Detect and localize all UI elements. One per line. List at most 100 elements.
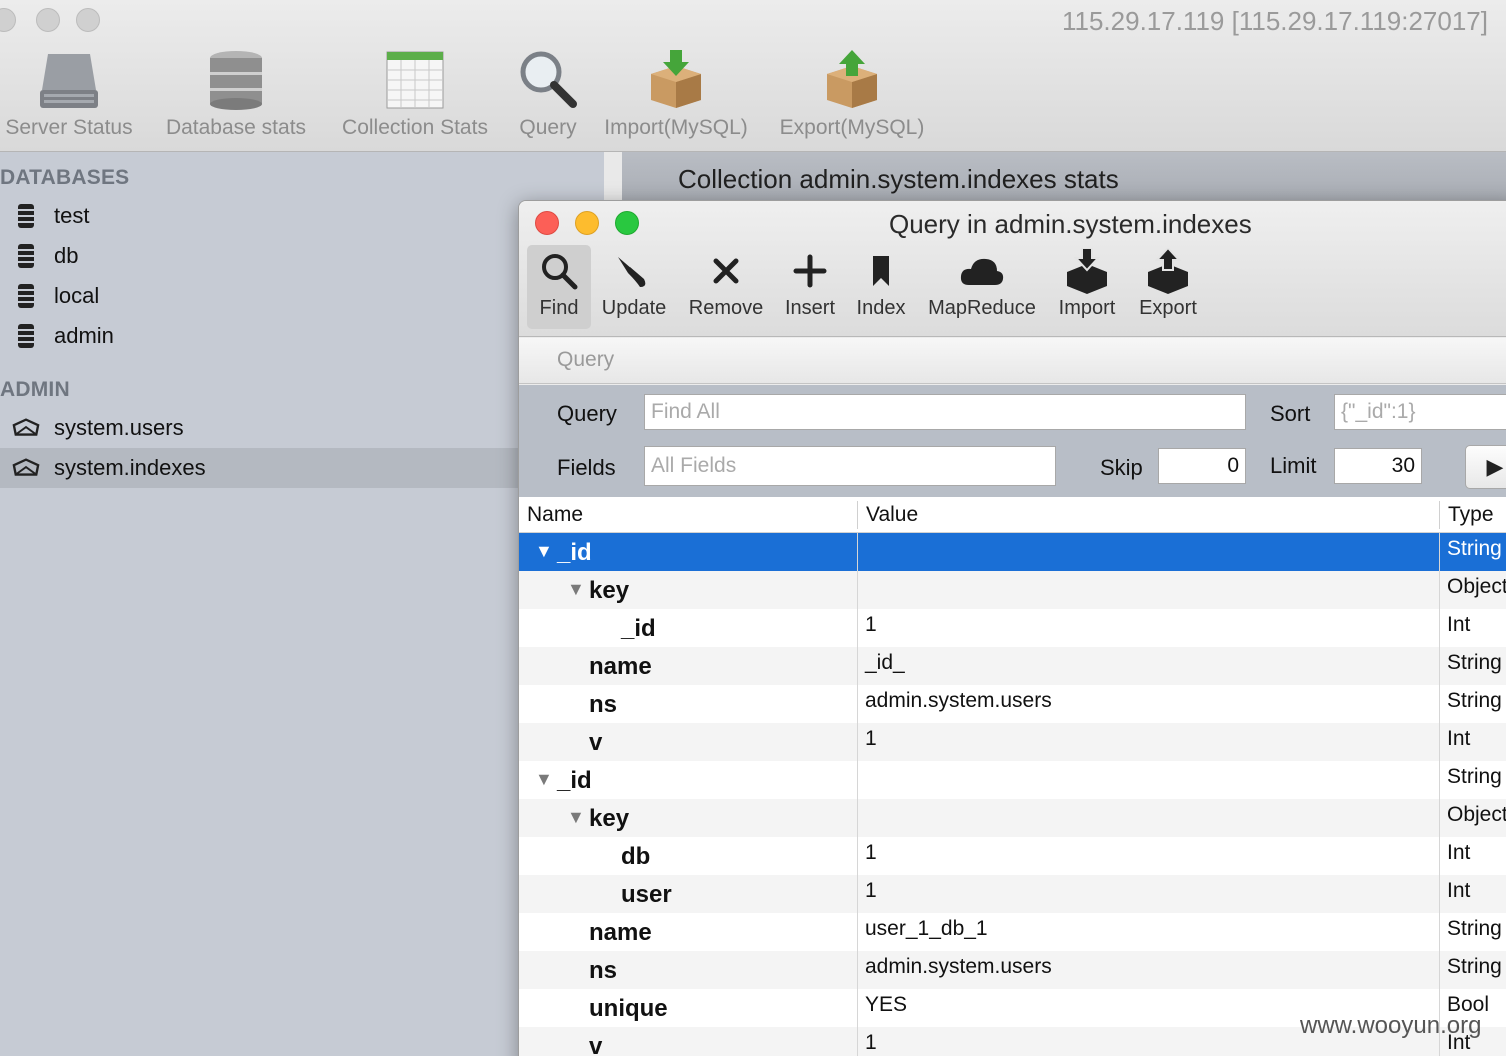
column-header-name[interactable]: Name (527, 503, 583, 527)
database-icon (12, 203, 40, 229)
table-row[interactable]: db 1 Int (519, 837, 1506, 875)
collection-icon (12, 457, 40, 479)
zoom-button[interactable] (76, 8, 100, 32)
sidebar-item-system-users[interactable]: system.users (0, 408, 604, 448)
query-window-titlebar: Query in admin.system.indexes Find Updat… (519, 201, 1506, 337)
limit-input[interactable] (1334, 448, 1422, 484)
minimize-button[interactable] (575, 211, 599, 235)
table-row[interactable]: ▼ _id String (519, 761, 1506, 799)
field-value: admin.system.users (865, 689, 1052, 712)
sidebar-item-test[interactable]: test (0, 196, 604, 236)
table-row[interactable]: ▼ key Object (519, 799, 1506, 837)
query-window-title: Query in admin.system.indexes (889, 209, 1252, 239)
sidebar-item-label: admin (54, 323, 114, 348)
window-title: 115.29.17.119 [115.29.17.119:27017] (1061, 6, 1488, 36)
table-row[interactable]: name user_1_db_1 String (519, 913, 1506, 951)
play-icon: ▶ (1486, 454, 1504, 479)
field-type: String (1447, 955, 1502, 978)
table-row[interactable]: user 1 Int (519, 875, 1506, 913)
column-divider[interactable] (1439, 501, 1440, 529)
splitter[interactable] (604, 152, 622, 202)
column-divider (857, 533, 858, 1056)
sidebar-item-label: db (54, 243, 79, 268)
field-type: String (1447, 917, 1502, 940)
close-button[interactable] (535, 211, 559, 235)
disclosure-triangle-icon[interactable]: ▼ (567, 807, 585, 828)
update-button[interactable]: Update (597, 245, 671, 329)
remove-button[interactable]: Remove (685, 245, 767, 329)
zoom-button[interactable] (615, 211, 639, 235)
table-icon (386, 44, 444, 110)
disclosure-triangle-icon[interactable]: ▼ (567, 579, 585, 600)
sort-label: Sort (1270, 401, 1311, 426)
collection-stats-header: Collection admin.system.indexes stats (622, 152, 1506, 202)
import-mysql-button[interactable]: Import(MySQL) (596, 44, 756, 144)
disclosure-triangle-icon[interactable]: ▼ (535, 541, 553, 562)
sidebar-item-db[interactable]: db (0, 236, 604, 276)
sidebar-item-label: test (54, 203, 90, 228)
field-value: 1 (865, 727, 877, 750)
sidebar-item-local[interactable]: local (0, 276, 604, 316)
column-divider (1439, 533, 1440, 1056)
database-stats-button[interactable]: Database stats (156, 44, 316, 144)
query-input[interactable] (644, 394, 1246, 430)
query-window: Query in admin.system.indexes Find Updat… (518, 200, 1506, 1056)
watermark: www.wooyun.org (1300, 1012, 1482, 1039)
minimize-button[interactable] (36, 8, 60, 32)
query-section-bar: Query (519, 338, 1506, 384)
x-icon (711, 245, 741, 297)
index-button[interactable]: Index (853, 245, 909, 329)
box-export-icon (823, 44, 881, 110)
cloud-icon (959, 245, 1005, 297)
table-row[interactable]: name _id_ String (519, 647, 1506, 685)
table-row[interactable]: v 1 Int (519, 723, 1506, 761)
table-row[interactable]: ▼ key Object (519, 571, 1506, 609)
query-button[interactable]: Query (514, 44, 582, 144)
magnifier-icon (517, 44, 579, 110)
close-button[interactable] (0, 8, 16, 32)
table-row[interactable]: _id 1 Int (519, 609, 1506, 647)
sidebar-item-label: local (54, 283, 100, 308)
server-status-button[interactable]: Server Status (0, 44, 138, 144)
export-button[interactable]: Export (1133, 245, 1203, 329)
find-button[interactable]: Find (527, 245, 591, 329)
insert-button[interactable]: Insert (781, 245, 839, 329)
mapreduce-button[interactable]: MapReduce (923, 245, 1041, 329)
import-box-icon (1065, 245, 1109, 297)
admin-heading: ADMIN (0, 378, 70, 401)
field-value: YES (865, 993, 908, 1016)
fields-label: Fields (557, 455, 616, 480)
run-query-button[interactable]: ▶ (1465, 445, 1506, 489)
field-value: 1 (865, 879, 877, 902)
sidebar-item-label: system.indexes (54, 455, 206, 480)
sidebar-item-admin[interactable]: admin (0, 316, 604, 356)
database-icon (12, 283, 40, 309)
limit-label: Limit (1270, 453, 1317, 478)
database-icon (12, 243, 40, 269)
field-value: 1 (865, 841, 877, 864)
table-row[interactable]: ▼ _id String (519, 533, 1506, 571)
field-type: Object (1447, 803, 1506, 826)
field-type: String (1447, 537, 1502, 560)
sort-input[interactable] (1334, 394, 1506, 430)
disclosure-triangle-icon[interactable]: ▼ (535, 769, 553, 790)
query-section-label: Query (557, 348, 615, 371)
column-divider[interactable] (857, 501, 858, 529)
results-table: Name Value Type ▼ _id String ▼ key Object _id 1… (519, 497, 1506, 1056)
collection-stats-title: Collection admin.system.indexes stats (678, 164, 1119, 194)
table-row[interactable]: ns admin.system.users String (519, 951, 1506, 989)
skip-input[interactable] (1158, 448, 1246, 484)
export-mysql-button[interactable]: Export(MySQL) (772, 44, 932, 144)
server-icon (38, 44, 100, 110)
databases-heading: DATABASES (0, 166, 130, 189)
query-label: Query (557, 401, 617, 426)
field-type: Int (1447, 727, 1471, 750)
import-button[interactable]: Import (1055, 245, 1119, 329)
fields-input[interactable] (644, 446, 1056, 486)
sidebar-item-system-indexes[interactable]: system.indexes (0, 448, 604, 488)
table-row[interactable]: ns admin.system.users String (519, 685, 1506, 723)
field-type: Int (1447, 613, 1471, 636)
column-header-type[interactable]: Type (1448, 503, 1494, 527)
collection-stats-button[interactable]: Collection Stats (332, 44, 498, 144)
column-header-value[interactable]: Value (866, 503, 918, 527)
